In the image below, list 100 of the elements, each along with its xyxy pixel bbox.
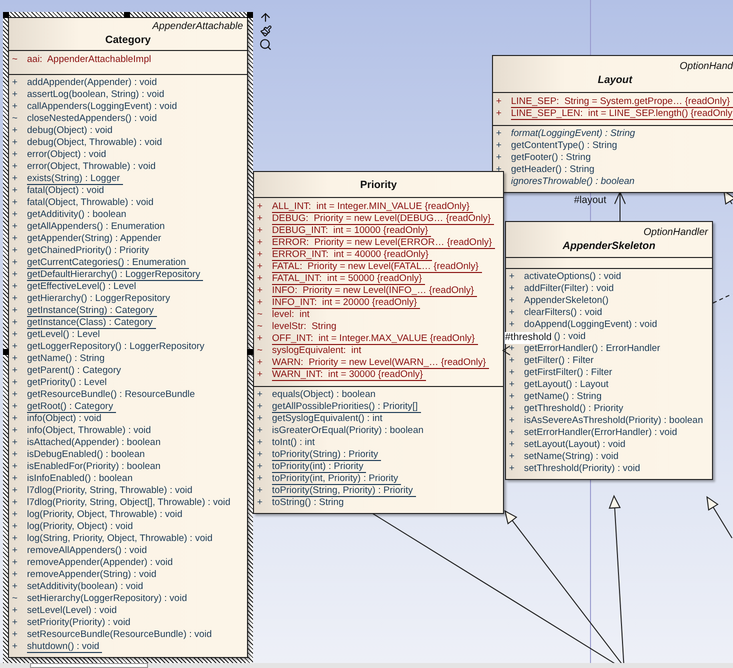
- class-name: Category: [105, 33, 151, 47]
- connector-label: #layout: [574, 195, 606, 207]
- operation-text: log(Priority, Object) : void: [27, 521, 134, 533]
- visibility-marker: +: [509, 366, 515, 380]
- visibility-marker: +: [257, 236, 263, 250]
- operation-text: isEnabledFor(Priority) : boolean: [27, 461, 162, 473]
- visibility-marker: +: [257, 412, 263, 426]
- operation-text: addAppender(Appender) : void: [27, 77, 158, 89]
- operation-text: () : void: [554, 331, 587, 343]
- operation-text: getInstance(String) : Category: [27, 305, 157, 317]
- operation-text: l7dlog(Priority, String, Object[], Throwable) : void: [27, 497, 232, 509]
- resize-handle[interactable]: [247, 349, 253, 355]
- attribute-text: DEBUG: Priority = new Level(DEBUG… {readOnly}: [272, 213, 494, 225]
- connector-label: #threshold: [505, 332, 552, 344]
- visibility-marker: +: [257, 448, 263, 462]
- visibility-marker: +: [496, 150, 502, 165]
- attribute-text: ERROR: Priority = new Level(ERROR… {readOnly}: [272, 237, 495, 249]
- operation-text: getChainedPriority() : Priority: [27, 245, 150, 257]
- operation-text: removeAllAppenders() : void: [27, 545, 148, 557]
- scrollbar-thumb[interactable]: [30, 663, 148, 668]
- resize-handle[interactable]: [124, 12, 130, 18]
- visibility-marker: ~: [257, 308, 263, 322]
- visibility-marker: +: [257, 248, 263, 262]
- operation-text: toString() : String: [272, 497, 345, 509]
- operation-text: doAppend(LoggingEvent) : void: [524, 319, 658, 331]
- operation-text: removeAppender(String) : void: [27, 569, 158, 581]
- visibility-marker: +: [12, 544, 18, 558]
- operation-text: getLayout() : Layout: [524, 379, 610, 391]
- operation-text: setThreshold(Priority) : void: [524, 463, 642, 475]
- operation-text: error(Object, Throwable) : void: [27, 161, 157, 173]
- visibility-marker: +: [496, 138, 502, 153]
- operation-text: getCurrentCategories() : Enumeration: [27, 257, 189, 269]
- operation-text: callAppenders(LoggingEvent) : void: [27, 101, 178, 113]
- class-name: Layout: [598, 73, 632, 87]
- operation-text: equals(Object) : boolean: [272, 389, 377, 401]
- visibility-marker: +: [509, 426, 515, 440]
- visibility-marker: +: [12, 604, 18, 618]
- visibility-marker: +: [496, 106, 502, 121]
- visibility-marker: +: [12, 208, 18, 222]
- stereotype-label: OptionHandler: [644, 226, 708, 238]
- operation-text: getParent() : Category: [27, 365, 122, 377]
- attribute-text: LINE_SEP: String = System.getPrope… {readOnly}: [511, 96, 733, 108]
- attribute-text: ERROR_INT: int = 40000 {readOnly}: [272, 249, 432, 261]
- visibility-marker: +: [12, 640, 18, 654]
- arrow-up-icon[interactable]: [259, 11, 272, 24]
- generalization-arrow: [706, 496, 732, 538]
- attribute-text: DEBUG_INT: int = 10000 {readOnly}: [272, 225, 432, 237]
- operation-text: toInt() : int: [272, 437, 316, 449]
- horizontal-scrollbar[interactable]: [0, 663, 733, 668]
- visibility-marker: +: [509, 378, 515, 392]
- operation-text: log(Priority, Object, Throwable) : void: [27, 509, 184, 521]
- visibility-marker: +: [12, 376, 18, 390]
- resize-handle[interactable]: [247, 12, 253, 18]
- resize-handle[interactable]: [3, 12, 9, 18]
- operation-text: getResourceBundle() : ResourceBundle: [27, 389, 196, 401]
- visibility-marker: +: [496, 126, 502, 141]
- visibility-marker: +: [257, 472, 263, 486]
- operation-text: assertLog(boolean, String) : void: [27, 89, 166, 101]
- visibility-marker: ~: [12, 112, 18, 126]
- search-icon[interactable]: [259, 38, 272, 51]
- operation-text: info(Object, Throwable) : void: [27, 425, 152, 437]
- visibility-marker: +: [12, 196, 18, 210]
- visibility-marker: +: [12, 400, 18, 414]
- class-box[interactable]: [253, 171, 504, 514]
- operation-text: getName() : String: [27, 353, 106, 365]
- attribute-text: INFO: Priority = new Level(INFO_… {readOnly}: [272, 285, 477, 297]
- visibility-marker: +: [12, 124, 18, 138]
- visibility-marker: +: [257, 200, 263, 214]
- class-box[interactable]: [505, 221, 713, 480]
- operation-text: getAllAppenders() : Enumeration: [27, 221, 166, 233]
- visibility-marker: +: [257, 260, 263, 274]
- operation-text: isInfoEnabled() : boolean: [27, 473, 134, 485]
- operation-text: isAsSevereAsThreshold(Priority) : boolean: [524, 415, 704, 427]
- class-box[interactable]: [492, 55, 733, 193]
- visibility-marker: +: [257, 356, 263, 370]
- attribute-text: level: int: [272, 309, 310, 321]
- operation-text: getFirstFilter() : Filter: [524, 367, 614, 379]
- brush-icon[interactable]: [260, 25, 272, 37]
- attribute-text: levelStr: String: [272, 321, 338, 333]
- visibility-marker: +: [12, 184, 18, 198]
- visibility-marker: +: [12, 352, 18, 366]
- visibility-marker: +: [12, 424, 18, 438]
- operation-text: getHierarchy() : LoggerRepository: [27, 293, 172, 305]
- operation-text: getInstance(Class) : Category: [27, 317, 156, 329]
- operation-text: clearFilters() : void: [524, 307, 604, 319]
- visibility-marker: +: [496, 94, 502, 109]
- visibility-marker: +: [12, 388, 18, 402]
- visibility-marker: +: [12, 220, 18, 234]
- visibility-marker: +: [509, 402, 515, 416]
- operation-text: getDefaultHierarchy() : LoggerRepository: [27, 269, 204, 281]
- operation-text: AppenderSkeleton(): [524, 295, 610, 307]
- operation-text: removeAppender(Appender) : void: [27, 557, 174, 569]
- visibility-marker: +: [257, 368, 263, 382]
- visibility-marker: +: [12, 292, 18, 306]
- operation-text: getErrorHandler() : ErrorHandler: [524, 343, 662, 355]
- resize-handle[interactable]: [3, 349, 9, 355]
- visibility-marker: +: [12, 364, 18, 378]
- visibility-marker: +: [257, 284, 263, 298]
- visibility-marker: +: [509, 282, 515, 296]
- operation-text: getAdditivity() : boolean: [27, 209, 128, 221]
